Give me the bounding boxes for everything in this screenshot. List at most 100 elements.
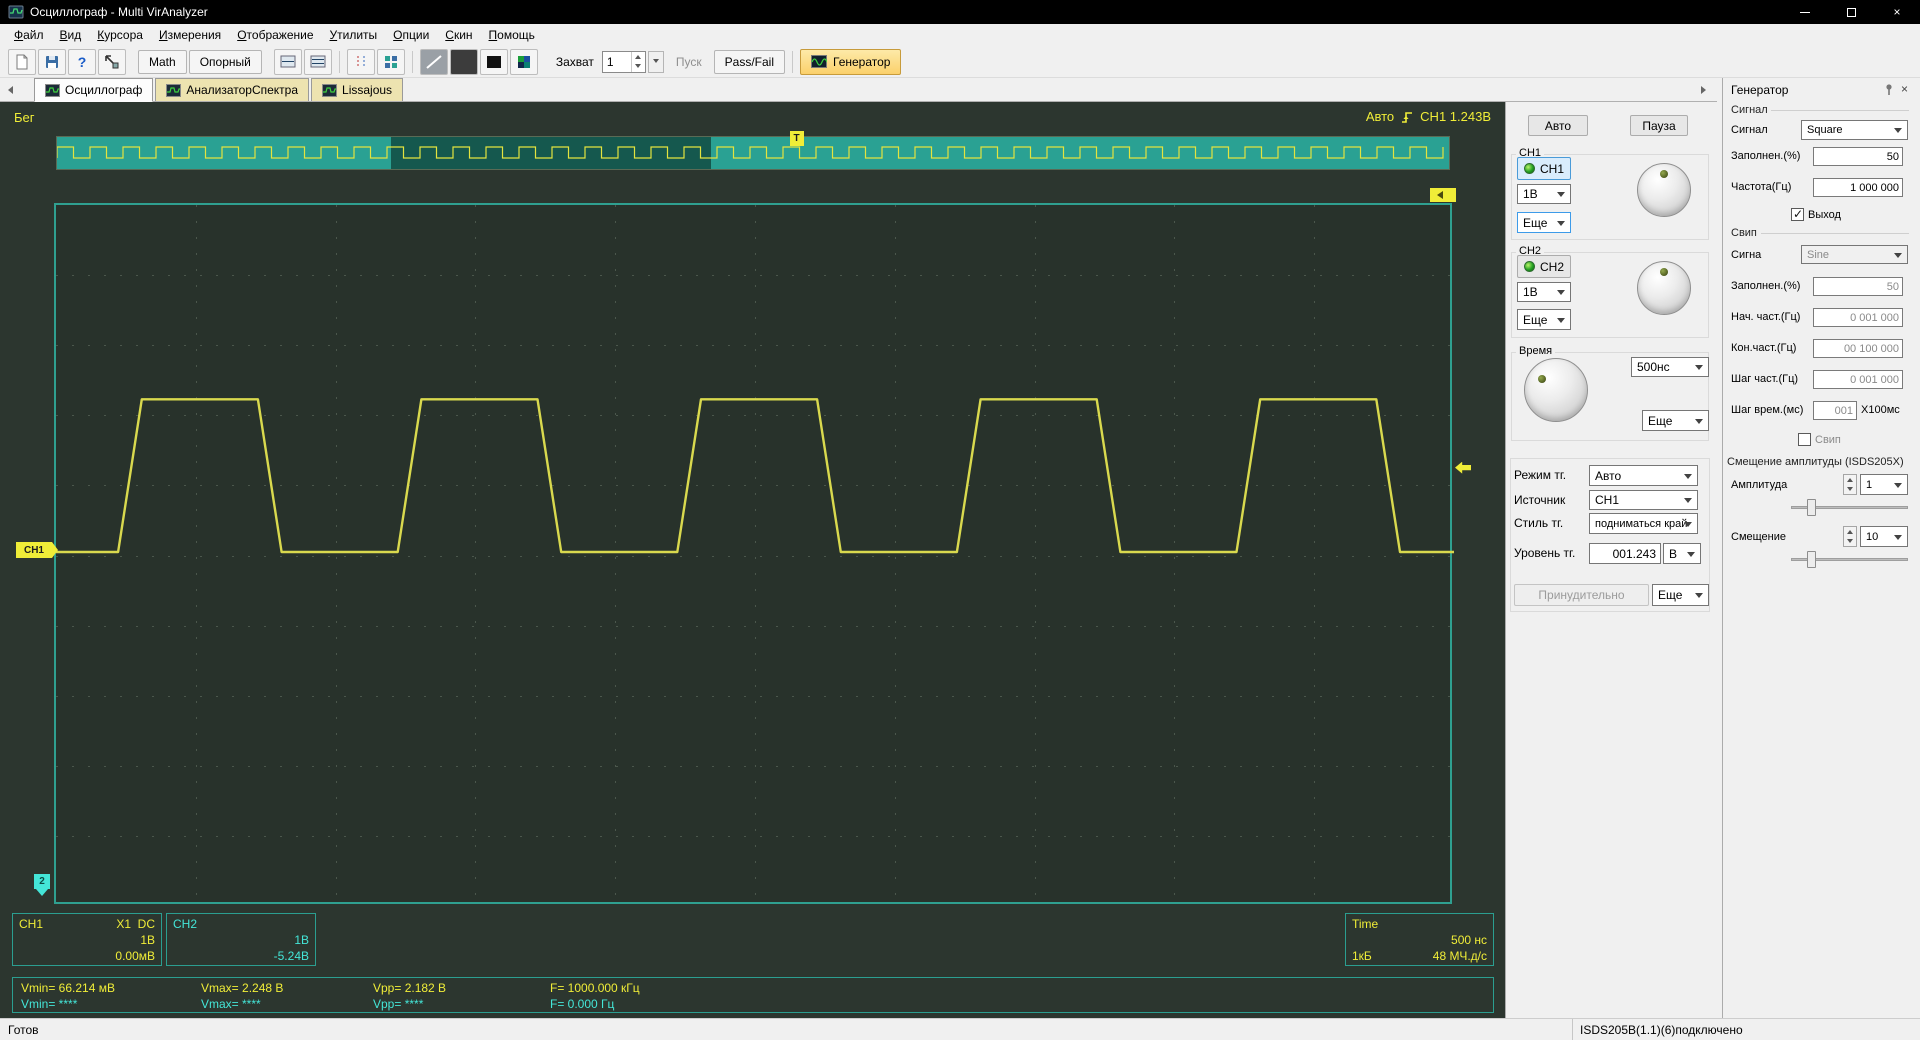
capture-count-spinner[interactable] bbox=[601, 50, 646, 73]
tab-label: Lissajous bbox=[342, 83, 393, 97]
timebase-knob[interactable] bbox=[1524, 358, 1588, 422]
signal-type-value: Square bbox=[1807, 124, 1843, 136]
sweep-checkbox[interactable] bbox=[1798, 433, 1811, 446]
ch2-box-name: CH2 bbox=[173, 917, 198, 931]
trigger-style-select[interactable]: подниматься край bbox=[1589, 513, 1698, 534]
screenshot-button[interactable] bbox=[98, 48, 126, 75]
trigger-level-marker[interactable] bbox=[1455, 461, 1471, 474]
screenshot-icon bbox=[105, 54, 119, 68]
trigger-level-unit: В bbox=[1669, 546, 1678, 561]
timebase-select[interactable]: 500нс bbox=[1631, 357, 1709, 377]
step-freq-input[interactable] bbox=[1813, 370, 1903, 389]
preview-waveform bbox=[57, 146, 1444, 159]
line-style-button[interactable] bbox=[419, 48, 448, 75]
offset-section-label: Смещение амплитуды (ISDS205X) bbox=[1727, 456, 1904, 468]
offset-select[interactable]: 10 bbox=[1860, 526, 1908, 547]
time-group-label: Время bbox=[1516, 345, 1556, 357]
frequency-input[interactable] bbox=[1813, 178, 1903, 197]
buffer-preview-strip[interactable] bbox=[56, 136, 1450, 170]
palette-button[interactable] bbox=[509, 48, 538, 75]
offset-spinner[interactable] bbox=[1843, 526, 1857, 547]
auto-button[interactable]: Авто bbox=[1528, 115, 1588, 136]
time-more-select[interactable]: Еще bbox=[1642, 410, 1709, 431]
duty-input[interactable] bbox=[1813, 147, 1903, 166]
save-button[interactable] bbox=[38, 48, 66, 75]
xy-grid-button[interactable] bbox=[376, 48, 405, 75]
trigger-position-marker[interactable]: T bbox=[789, 131, 804, 146]
reference-button[interactable]: Опорный bbox=[188, 49, 262, 74]
open-file-button[interactable] bbox=[8, 48, 36, 75]
trigger-more-select[interactable]: Еще bbox=[1652, 584, 1709, 606]
start-button[interactable]: Пуск bbox=[666, 55, 712, 69]
menu-item-Скин[interactable]: Скин bbox=[437, 25, 480, 45]
capture-count-input[interactable] bbox=[602, 51, 631, 72]
trigger-mode-select[interactable]: Авто bbox=[1589, 465, 1698, 486]
display-single-icon bbox=[280, 55, 296, 68]
ch2-more-select[interactable]: Еще bbox=[1517, 309, 1571, 330]
menu-item-Утилиты[interactable]: Утилиты bbox=[322, 25, 386, 45]
output-checkbox[interactable] bbox=[1791, 207, 1804, 221]
trigger-style-value: подниматься край bbox=[1595, 517, 1688, 530]
offset-slider-thumb[interactable] bbox=[1807, 551, 1816, 568]
passfail-label: Pass/Fail bbox=[724, 54, 775, 69]
display-single-button[interactable] bbox=[273, 48, 302, 75]
section-divider bbox=[1771, 110, 1909, 111]
math-button[interactable]: Math bbox=[138, 49, 187, 74]
minimize-button[interactable] bbox=[1782, 0, 1828, 24]
menu-item-Измерения[interactable]: Измерения bbox=[151, 25, 229, 45]
force-trigger-button[interactable]: Принудительно bbox=[1514, 584, 1649, 606]
background-color-icon bbox=[486, 55, 501, 68]
knob-indicator bbox=[1660, 268, 1668, 276]
ch1-more-value: Еще bbox=[1523, 215, 1548, 230]
ch1-more-select[interactable]: Еще bbox=[1517, 212, 1571, 233]
horizontal-position-marker[interactable] bbox=[1430, 188, 1456, 202]
menu-item-Вид[interactable]: Вид bbox=[52, 25, 90, 45]
amplitude-slider-thumb[interactable] bbox=[1807, 499, 1816, 516]
measurement-bar: Vmin= 66.214 мВ Vmax= 2.248 В Vpp= 2.182 В… bbox=[12, 977, 1494, 1013]
amplitude-select[interactable]: 1 bbox=[1860, 474, 1908, 495]
step-time-input[interactable] bbox=[1813, 401, 1857, 420]
ch2-enable-toggle[interactable]: CH2 bbox=[1517, 255, 1571, 278]
sweep-duty-input[interactable] bbox=[1813, 277, 1903, 296]
ch2-offset-marker[interactable]: 2 bbox=[34, 874, 50, 896]
menu-item-Опции[interactable]: Опции bbox=[385, 25, 437, 45]
ch2-scale-select[interactable]: 1В bbox=[1517, 282, 1571, 302]
ch2-scale-knob[interactable] bbox=[1637, 261, 1691, 315]
tab-scroll-left[interactable] bbox=[0, 78, 16, 101]
pause-button[interactable]: Пауза bbox=[1630, 115, 1688, 136]
help-button[interactable]: ? bbox=[68, 48, 96, 75]
ch1-scale-select[interactable]: 1В bbox=[1517, 184, 1571, 204]
menu-item-Помощь[interactable]: Помощь bbox=[481, 25, 543, 45]
panel-close-icon[interactable]: × bbox=[1901, 82, 1908, 96]
cursor-tool-button[interactable] bbox=[346, 48, 375, 75]
signal-type-select[interactable]: Square bbox=[1801, 120, 1908, 140]
menu-item-Файл[interactable]: Файл bbox=[6, 25, 52, 45]
trigger-level-unit-select[interactable]: В bbox=[1663, 543, 1701, 564]
display-split-button[interactable] bbox=[303, 48, 332, 75]
amplitude-spinner[interactable] bbox=[1843, 474, 1857, 495]
close-button[interactable]: × bbox=[1874, 0, 1920, 24]
ch1-enable-toggle[interactable]: CH1 bbox=[1517, 157, 1571, 180]
start-freq-input[interactable] bbox=[1813, 308, 1903, 327]
menu-item-Курсора[interactable]: Курсора bbox=[89, 25, 151, 45]
passfail-button[interactable]: Pass/Fail bbox=[713, 49, 786, 74]
tab-Осциллограф[interactable]: Осциллограф bbox=[34, 78, 154, 102]
tab-Lissajous[interactable]: Lissajous bbox=[311, 78, 404, 101]
end-freq-input[interactable] bbox=[1813, 339, 1903, 358]
tab-АнализаторСпектра[interactable]: АнализаторСпектра bbox=[155, 78, 310, 101]
tab-scroll-right[interactable] bbox=[1697, 78, 1713, 101]
menu-item-Отображение[interactable]: Отображение bbox=[229, 25, 321, 45]
maximize-button[interactable] bbox=[1828, 0, 1874, 24]
capture-dropdown-button[interactable] bbox=[647, 50, 664, 73]
pin-icon[interactable] bbox=[1883, 83, 1896, 96]
ch1-scale-knob[interactable] bbox=[1637, 163, 1691, 217]
trigger-level-input[interactable] bbox=[1589, 543, 1661, 564]
capture-spin-buttons[interactable] bbox=[630, 51, 645, 72]
sweep-signal-select[interactable]: Sine bbox=[1801, 245, 1908, 264]
ch1-ground-marker[interactable]: CH1 bbox=[16, 542, 58, 558]
generator-toggle-button[interactable]: Генератор bbox=[800, 48, 902, 75]
control-panel: Авто Пауза CH1 CH1 1В Еще CH2 CH2 1В Еще… bbox=[1505, 102, 1717, 1018]
trigger-source-select[interactable]: CH1 bbox=[1589, 490, 1698, 510]
line-color-button[interactable] bbox=[449, 48, 478, 75]
background-color-button[interactable] bbox=[479, 48, 508, 75]
